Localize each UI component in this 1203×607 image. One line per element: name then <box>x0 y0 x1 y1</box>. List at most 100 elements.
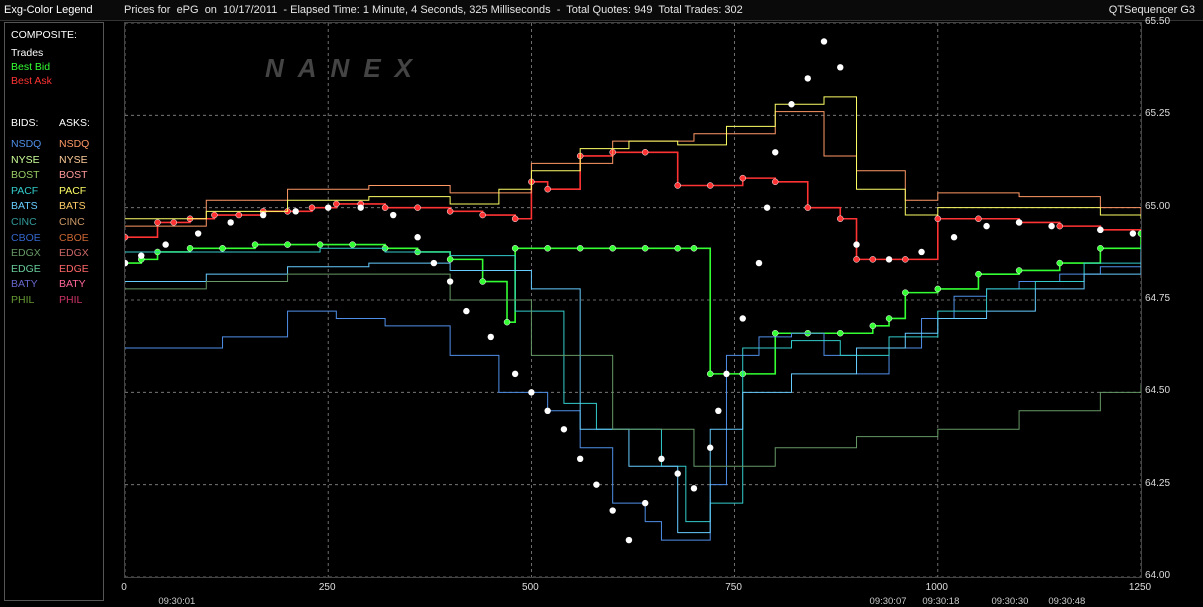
legend-composite-best-bid: Best Bid <box>11 61 51 73</box>
legend-bid-edge: EDGE <box>11 262 41 275</box>
quote-point-best-bid-23 <box>771 329 779 337</box>
quote-point-best-ask-22 <box>706 182 714 189</box>
price-chart[interactable]: NANEX <box>124 22 1142 578</box>
quote-point-best-ask-23 <box>739 174 746 182</box>
trade-point-35 <box>804 75 811 82</box>
quote-point-best-bid-14 <box>511 245 519 252</box>
quote-point-best-bid-13 <box>503 318 511 326</box>
y-tick-label: 64.00 <box>1145 570 1171 581</box>
quote-point-best-bid-11 <box>446 256 454 263</box>
trade-point-43 <box>1015 219 1023 226</box>
legend-bid-nyse: NYSE <box>11 153 40 166</box>
legend-title: Exg-Color Legend <box>4 4 93 16</box>
trade-point-39 <box>885 256 893 263</box>
quote-point-best-bid-28 <box>902 289 909 296</box>
app-name: QTSequencer G3 <box>1108 4 1195 16</box>
trade-point-44 <box>1048 222 1055 230</box>
legend-ask-pacf: PACF <box>59 184 87 197</box>
quote-point-best-ask-20 <box>641 149 649 156</box>
quote-point-best-ask-30 <box>934 215 942 222</box>
quote-point-best-bid-31 <box>1015 267 1023 274</box>
trade-point-31 <box>755 259 763 267</box>
quote-point-best-bid-3 <box>186 245 194 252</box>
legend-bid-phil: PHIL <box>11 294 35 306</box>
quote-point-best-ask-11 <box>381 204 389 211</box>
trade-point-38 <box>853 241 860 248</box>
time-label: 09:30:18 <box>922 596 960 607</box>
bids-label: BIDS: <box>11 117 39 129</box>
trade-point-2 <box>162 241 169 248</box>
quote-point-best-bid-27 <box>885 315 893 322</box>
trade-point-45 <box>1097 226 1104 234</box>
x-tick-label: 1250 <box>1128 582 1152 593</box>
trade-point-10 <box>414 234 421 241</box>
quote-point-best-ask-5 <box>235 211 243 219</box>
quote-point-best-bid-32 <box>1056 259 1063 267</box>
quote-point-best-bid-26 <box>869 322 877 330</box>
trade-point-33 <box>772 149 779 156</box>
composite-label: COMPOSITE: <box>11 29 77 41</box>
trade-point-7 <box>325 204 332 211</box>
quote-point-best-ask-24 <box>771 178 779 186</box>
trade-point-14 <box>487 333 494 341</box>
chart-svg <box>125 23 1141 577</box>
time-label: 09:30:01 <box>158 596 196 607</box>
legend-ask-cboe: CBOE <box>59 231 89 244</box>
trade-point-34 <box>788 101 795 108</box>
trade-point-20 <box>593 481 600 488</box>
trade-point-23 <box>641 499 649 507</box>
quote-point-best-bid-17 <box>609 245 616 252</box>
title-bar: Exg-Color Legend Prices for ePG on 10/17… <box>0 0 1203 21</box>
trade-point-5 <box>259 211 267 219</box>
legend-bid-pacf: PACF <box>11 184 39 197</box>
series-line-best-ask <box>125 151 1141 261</box>
legend-bid-edgx: EDGX <box>11 247 41 260</box>
exchange-color-legend: COMPOSITE: Trades Best Bid Best Ask BIDS: ASK… <box>4 22 104 601</box>
legend-bid-bats: BATS <box>11 200 38 213</box>
quote-point-best-bid-20 <box>690 245 698 252</box>
trade-point-40 <box>918 248 925 256</box>
legend-bid-cboe: CBOE <box>11 231 41 244</box>
quote-point-best-ask-4 <box>211 211 218 219</box>
quote-point-best-ask-8 <box>308 204 316 211</box>
trade-point-3 <box>194 230 202 237</box>
trade-point-25 <box>674 470 681 477</box>
trade-point-4 <box>227 219 234 226</box>
trade-point-26 <box>690 485 698 492</box>
quote-point-best-ask-14 <box>479 211 486 219</box>
legend-ask-edge: EDGE <box>59 262 89 275</box>
quote-point-best-ask-12 <box>414 204 421 211</box>
asks-label: ASKS: <box>59 117 90 129</box>
legend-ask-bost: BOST <box>59 169 88 182</box>
quote-point-best-ask-29 <box>902 256 909 263</box>
trade-point-8 <box>357 204 364 211</box>
legend-composite-best-ask: Best Ask <box>11 75 52 87</box>
legend-bid-nsdq: NSDQ <box>11 138 42 150</box>
quote-point-best-ask-33 <box>1056 222 1063 230</box>
quote-point-best-ask-0 <box>125 233 129 241</box>
trade-point-17 <box>544 407 551 414</box>
quote-point-best-ask-13 <box>446 208 454 215</box>
legend-composite-trades: Trades <box>11 47 44 59</box>
y-tick-label: 64.50 <box>1145 385 1171 397</box>
trade-point-27 <box>707 444 714 451</box>
series-line-nsdq <box>125 259 1141 541</box>
quote-point-best-bid-18 <box>641 245 649 252</box>
quote-point-best-bid-16 <box>576 245 584 252</box>
legend-bid-cinc: CINC <box>11 216 37 228</box>
x-tick-label: 750 <box>725 582 742 593</box>
y-tick-label: 64.75 <box>1145 293 1171 304</box>
x-tick-label: 500 <box>522 582 539 593</box>
trade-point-9 <box>390 211 397 219</box>
trade-point-41 <box>950 234 958 241</box>
x-tick-label: 1000 <box>925 582 948 593</box>
watermark: NANEX <box>265 53 427 83</box>
quote-point-best-ask-2 <box>170 219 178 226</box>
quote-point-best-ask-25 <box>804 204 812 211</box>
legend-ask-nyse: NYSE <box>59 153 88 166</box>
quote-point-best-bid-7 <box>316 241 324 248</box>
trade-point-37 <box>837 64 844 71</box>
trade-point-12 <box>446 278 454 285</box>
trade-point-0 <box>125 259 129 267</box>
x-tick-label: 0 <box>121 582 127 593</box>
